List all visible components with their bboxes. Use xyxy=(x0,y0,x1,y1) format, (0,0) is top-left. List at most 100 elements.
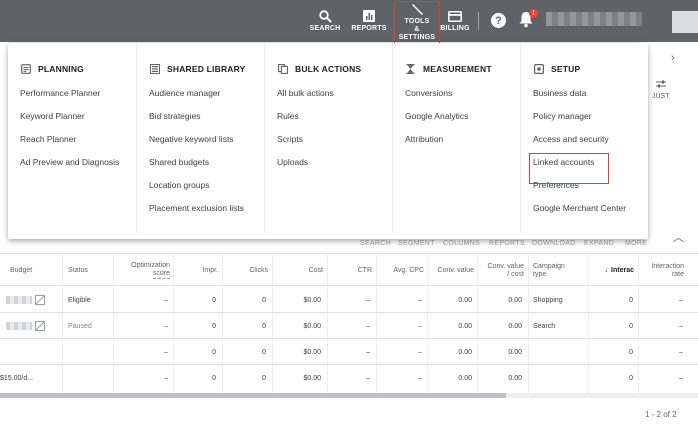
clicks-cell: 0 xyxy=(262,348,266,356)
toolbar-segment[interactable]: SEGMENT xyxy=(398,240,435,247)
header-optimization-score[interactable]: Optimization score xyxy=(114,254,170,287)
menu-item-location-groups[interactable]: Location groups xyxy=(149,180,244,203)
menu-item-ad-preview[interactable]: Ad Preview and Diagnosis xyxy=(20,157,119,180)
menu-column-measurement: MEASUREMENT Conversions Google Analytics… xyxy=(392,43,522,233)
avatar[interactable] xyxy=(672,11,698,33)
edit-budget-icon[interactable] xyxy=(35,295,45,305)
menu-item-reach-planner[interactable]: Reach Planner xyxy=(20,134,119,157)
conv-value-cost-cell: 0.00 xyxy=(508,374,522,382)
interactions-cell: 0 xyxy=(629,322,633,330)
credit-card-icon xyxy=(448,10,462,23)
ctr-cell: – xyxy=(366,296,370,304)
horizontal-scrollbar-thumb[interactable] xyxy=(0,393,506,398)
menu-item-all-bulk-actions[interactable]: All bulk actions xyxy=(277,88,334,111)
cost-cell: $0.00 xyxy=(303,296,321,304)
search-button[interactable]: SEARCH xyxy=(308,0,342,42)
header-conv-value[interactable]: Conv. value xyxy=(428,254,474,287)
header-ct-line1: Campaign xyxy=(533,262,565,270)
tools-and-settings-button[interactable]: TOOLS & SETTINGS xyxy=(394,1,440,44)
toolbar-columns[interactable]: COLUMNS xyxy=(443,240,480,247)
header-conv-value-cost[interactable]: Conv. value / cost xyxy=(478,254,524,287)
menu-item-negative-keyword-lists[interactable]: Negative keyword lists xyxy=(149,134,244,157)
collapse-chevron-icon[interactable]: ︿ xyxy=(673,229,684,245)
menu-item-uploads[interactable]: Uploads xyxy=(277,157,334,180)
account-info-redacted[interactable] xyxy=(546,12,642,26)
header-interaction-rate[interactable]: Interaction rate xyxy=(640,254,684,287)
search-icon xyxy=(318,9,332,23)
menu-item-audience-manager[interactable]: Audience manager xyxy=(149,88,244,111)
avg-cpc-cell: – xyxy=(418,296,422,304)
menu-item-google-analytics[interactable]: Google Analytics xyxy=(405,111,468,134)
edit-budget-icon[interactable] xyxy=(35,321,45,331)
menu-item-access-and-security[interactable]: Access and security xyxy=(533,134,626,157)
menu-item-placement-exclusion-lists[interactable]: Placement exclusion lists xyxy=(149,203,244,226)
conv-value-cost-cell: 0.00 xyxy=(508,296,522,304)
impr-cell: 0 xyxy=(212,296,216,304)
toolbar-reports[interactable]: REPORTS xyxy=(489,240,525,247)
budget-cell: $15.00/d... xyxy=(0,374,34,382)
menu-column-shared-library: SHARED LIBRARY Audience manager Bid stra… xyxy=(136,43,266,233)
impr-cell: 0 xyxy=(212,374,216,382)
bulk-actions-title: BULK ACTIONS xyxy=(295,63,362,74)
shared-library-heading: SHARED LIBRARY xyxy=(149,63,246,74)
header-status[interactable]: Status xyxy=(68,254,112,287)
header-cost[interactable]: Cost xyxy=(274,254,323,287)
table-row[interactable]: Paused – 0 0 $0.00 – – 0.00 0.00 Search … xyxy=(0,313,698,339)
opt-score-cell: – xyxy=(164,348,168,356)
menu-item-bid-strategies[interactable]: Bid strategies xyxy=(149,111,244,134)
top-navigation-bar: SEARCH REPORTS TOOLS & SETTINGS BILLING … xyxy=(0,0,698,44)
menu-item-conversions[interactable]: Conversions xyxy=(405,88,468,111)
menu-item-preferences[interactable]: Preferences xyxy=(533,180,626,203)
menu-item-scripts[interactable]: Scripts xyxy=(277,134,334,157)
help-icon[interactable]: ? xyxy=(491,13,506,28)
adjust-control[interactable]: JUST xyxy=(652,80,670,101)
toolbar-download[interactable]: DOWNLOAD xyxy=(532,240,576,247)
toolbar-expand[interactable]: EXPAND xyxy=(584,240,614,247)
menu-item-shared-budgets[interactable]: Shared budgets xyxy=(149,157,244,180)
header-cvc-line2: / cost xyxy=(507,270,524,278)
menu-item-linked-accounts[interactable]: Linked accounts xyxy=(529,153,609,184)
status-cell: Eligible xyxy=(68,296,91,304)
hourglass-icon xyxy=(405,63,416,74)
menu-item-google-merchant-center[interactable]: Google Merchant Center xyxy=(533,203,626,226)
shared-library-title: SHARED LIBRARY xyxy=(167,63,246,74)
reports-icon xyxy=(362,10,376,23)
toolbar-more[interactable]: MORE xyxy=(625,240,647,247)
reports-button[interactable]: REPORTS xyxy=(350,0,388,42)
billing-label: BILLING xyxy=(440,24,470,32)
pagination-label: 1 - 2 of 2 xyxy=(645,410,677,419)
header-ctr[interactable]: CTR xyxy=(328,254,372,287)
toolbar-search[interactable]: SEARCH xyxy=(360,240,391,247)
menu-item-attribution[interactable]: Attribution xyxy=(405,134,468,157)
header-clicks[interactable]: Clicks xyxy=(224,254,268,287)
header-interactions-label: Interac xyxy=(611,266,634,274)
sort-arrow-down-icon: ↓ xyxy=(604,266,609,274)
menu-item-keyword-planner[interactable]: Keyword Planner xyxy=(20,111,119,134)
bulk-copy-icon xyxy=(277,63,288,74)
billing-button[interactable]: BILLING xyxy=(440,0,470,42)
header-interactions[interactable]: ↓ Interac xyxy=(590,254,634,287)
menu-item-business-data[interactable]: Business data xyxy=(533,88,626,111)
header-cvc-line1: Conv. value xyxy=(487,262,524,270)
header-avg-cpc[interactable]: Avg. CPC xyxy=(377,254,424,287)
setup-heading: SETUP xyxy=(533,63,580,74)
table-header-row: Budget Status Optimization score Impr. C… xyxy=(0,253,698,286)
clicks-cell: 0 xyxy=(262,322,266,330)
header-impressions[interactable]: Impr. xyxy=(176,254,218,287)
conv-value-cell: 0.00 xyxy=(458,322,472,330)
background-page-left xyxy=(0,42,8,242)
table-row[interactable]: Eligible – 0 0 $0.00 – – 0.00 0.00 Shopp… xyxy=(0,287,698,313)
header-campaign-type[interactable]: Campaign type xyxy=(533,254,585,287)
opt-score-cell: – xyxy=(164,322,168,330)
opt-score-cell: – xyxy=(164,374,168,382)
menu-item-rules[interactable]: Rules xyxy=(277,111,334,134)
menu-item-performance-planner[interactable]: Performance Planner xyxy=(20,88,119,111)
header-budget[interactable]: Budget xyxy=(10,254,50,287)
menu-item-policy-manager[interactable]: Policy manager xyxy=(533,111,626,134)
cost-cell: $0.00 xyxy=(303,322,321,330)
chevron-right-icon[interactable]: › xyxy=(671,52,675,64)
topbar-divider xyxy=(478,12,479,30)
conv-value-cost-cell: 0.00 xyxy=(508,322,522,330)
horizontal-scrollbar-track[interactable] xyxy=(506,393,698,398)
avg-cpc-cell: – xyxy=(418,348,422,356)
